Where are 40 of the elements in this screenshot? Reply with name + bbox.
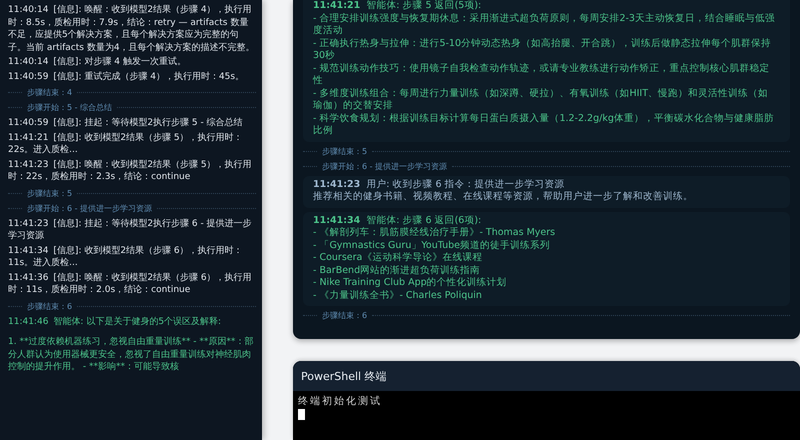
message-title: 智能体: 步骤 6 返回(6项): bbox=[366, 214, 482, 226]
terminal-output-area[interactable]: 终端初始化测试 bbox=[293, 391, 800, 424]
step-marker: 步骤结束：6 bbox=[27, 300, 72, 312]
message-line: - 「Gymnastics Guru」YouTube频道的徒手训练系列 bbox=[313, 240, 551, 252]
step-marker: 步骤开始：6 - 提供进一步学习资源 bbox=[322, 160, 448, 172]
message-time: 11:41:23 bbox=[313, 178, 360, 190]
message-line: 推荐相关的健身书籍、视频教程、在线课程等资源，帮助用户进一步了解和改善训练。 bbox=[313, 191, 694, 204]
log-entry: 11:41:23 [信息]: 挂起：等待模型2执行步骤 6 - 提供进一步学习资源 bbox=[8, 218, 253, 242]
step-marker: 步骤结束：4 bbox=[27, 87, 72, 98]
message-line: - 规范训练动作技巧：使用镜子自我检查动作轨迹，或请专业教练进行动作矫正，重点控制核心肌群稳定性 bbox=[313, 62, 770, 88]
log-entry: 11:41:34 [信息]: 收到模型2结果（步骤 6），执行用时：11s。进入质检... bbox=[8, 244, 244, 270]
message-title: 智能体: 步骤 5 返回(5项): bbox=[366, 0, 482, 11]
message-line: - 《解剖列车：肌筋膜经线治疗手册》- Thomas Myers bbox=[313, 227, 556, 240]
log-entry: 11:41:36 [信息]: 唤醒：收到模型2结果（步骤 6），执行用时：11s，质检用时：2.0s，结论：continue bbox=[8, 272, 253, 296]
agent-reply-text: 1. **过度依赖机器练习，忽视自由重量训练** - **原因**：部分人群认为使用器械更安全，忽视了自由重量训练对神经肌肉控制的提升作用。 - **影响**：可能导致核 bbox=[8, 336, 254, 374]
step-marker: 步骤开始：6 - 提供进一步学习资源 bbox=[27, 202, 152, 214]
message-time: 11:41:21 bbox=[313, 0, 360, 11]
step-marker: 步骤结束：5 bbox=[27, 188, 72, 198]
log-entry: 11:40:59 [信息]: 挂起：等待模型2执行步骤 5 - 综合总结 bbox=[8, 117, 244, 130]
log-entry: 11:41:21 [信息]: 收到模型2结果（步骤 5），执行用时：22s。进入质检... bbox=[8, 132, 244, 156]
step-marker: 步骤开始：5 - 综合总结 bbox=[27, 102, 112, 113]
terminal-title: PowerShell 终端 bbox=[293, 361, 800, 391]
log-entry: 11:40:59 [信息]: 重试完成（步骤 4），执行用时：45s。 bbox=[8, 70, 246, 83]
message-line: - Nike Training Club App的个性化训练计划 bbox=[313, 277, 508, 290]
step-marker: 步骤结束：6 bbox=[322, 310, 368, 321]
message-line: - Coursera《运动科学导论》在线课程 bbox=[313, 252, 484, 264]
log-entry: 11:40:14 [信息]: 唤醒：收到模型2结果（步骤 4），执行用时：8.5s，质检用时：7.9s，结论：retry — artifacts 数量不足，应提供5个解决方案，且每个解决方案应为完整的句子。当前 artifacts 数量为4，且每个解决方案的描述不完整。 bbox=[8, 4, 256, 54]
log-entry: 11:41:23 [信息]: 唤醒：收到模型2结果（步骤 5），执行用时：22s，质检用时：2.3s，结论：continue bbox=[8, 158, 253, 184]
message-line: - 多维度训练组合：每周进行力量训练（如深蹲、硬拉）、有氧训练（如HIIT、慢跑）和灵活性训练（如瑜伽）的交替安排 bbox=[313, 88, 769, 112]
message-time: 11:41:34 bbox=[313, 214, 360, 226]
message-line: - 合理安排训练强度与恢复期休息：采用渐进式超负荷原则，每周安排2-3天主动恢复日，结合睡眠与低强度活动 bbox=[313, 12, 776, 38]
log-entry: 11:41:46 智能体: 以下是关于健身的5个误区及解释: bbox=[8, 316, 222, 328]
message-line: - 《力量训练全书》- Charles Poliquin bbox=[313, 290, 483, 302]
message-title: 用户: 收到步骤 6 指令：提供进一步学习资源 bbox=[366, 178, 565, 190]
message-line: - BarBend网站的渐进超负荷训练指南 bbox=[313, 264, 482, 277]
message-line: - 科学饮食规划：根据训练目标计算每日蛋白质摄入量（1.2-2.2g/kg体重），平衡碳水化合物与健康脂肪比例 bbox=[313, 112, 775, 138]
step-marker: 步骤结束：5 bbox=[322, 146, 368, 156]
log-entry: 11:40:14 [信息]: 对步骤 4 触发一次重试。 bbox=[8, 56, 187, 68]
message-line: - 正确执行热身与拉伸：进行5-10分钟动态热身（如高抬腿、开合跳），训练后做静态拉伸每个肌群保持30秒 bbox=[313, 38, 772, 62]
terminal-output: 终端初始化测试 bbox=[298, 395, 383, 408]
